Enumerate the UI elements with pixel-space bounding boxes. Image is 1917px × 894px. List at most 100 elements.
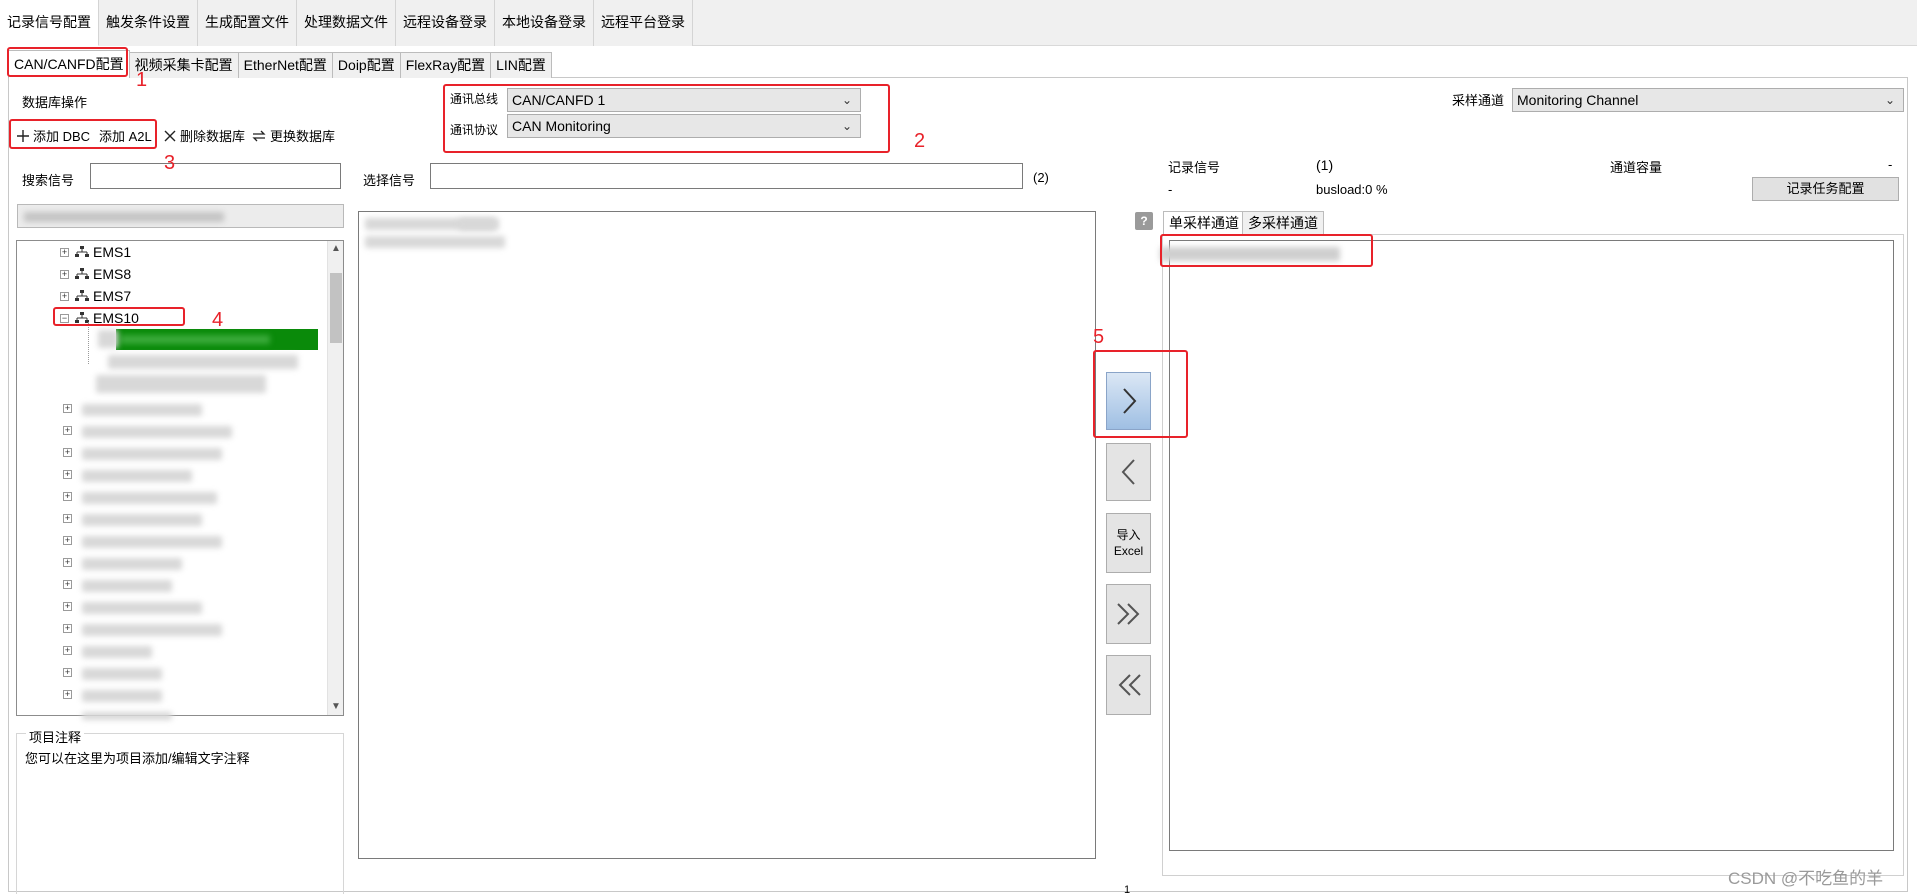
tab-record-signal-config[interactable]: 记录信号配置 [0, 0, 99, 46]
tab-local-device-login[interactable]: 本地设备登录 [495, 0, 594, 46]
busload-value: busload:0 % [1316, 182, 1388, 197]
bus-select-value: CAN/CANFD 1 [512, 92, 606, 108]
record-signal-label: 记录信号 [1168, 160, 1221, 175]
channel-capacity-value: - [1888, 157, 1893, 172]
sample-channel-select[interactable]: Monitoring Channel ⌄ [1512, 88, 1904, 112]
sample-channel-value: Monitoring Channel [1517, 92, 1639, 108]
sample-channel-label: 采样通道 [1452, 93, 1505, 108]
chevron-down-icon: ⌄ [841, 119, 852, 133]
tab-lin-config[interactable]: LIN配置 [490, 52, 552, 78]
tree-scroll-thumb[interactable] [330, 273, 342, 343]
tree-blurred-expanders: + + + + + + + + + + + + + + [63, 403, 72, 699]
tree-node-ems1[interactable]: + EMS1 [60, 241, 131, 263]
search-input[interactable] [90, 163, 341, 189]
tree-node-label: EMS8 [93, 266, 132, 282]
notes-text[interactable]: 您可以在这里为项目添加/编辑文字注释 [25, 748, 250, 767]
delete-db-button[interactable]: 删除数据库 [163, 126, 245, 145]
help-icon[interactable]: ? [1135, 212, 1153, 230]
network-node-icon [75, 290, 89, 301]
protocol-select-value: CAN Monitoring [512, 118, 611, 134]
select-signal-input[interactable] [430, 163, 1023, 189]
tab-process-data[interactable]: 处理数据文件 [297, 0, 396, 46]
import-label-line2: Excel [1113, 544, 1144, 558]
tab-can-canfd-config[interactable]: CAN/CANFD配置 [8, 50, 130, 78]
tree-node-label: EMS7 [93, 288, 132, 304]
chevron-down-icon: ⌄ [1884, 93, 1895, 107]
expand-icon[interactable]: + [60, 269, 69, 279]
tab-ethernet-config[interactable]: EtherNet配置 [237, 52, 333, 78]
bus-select[interactable]: CAN/CANFD 1 ⌄ [507, 88, 861, 112]
remove-all-button[interactable] [1106, 655, 1151, 715]
db-ops-title: 数据库操作 [22, 95, 88, 110]
tree-node-ems7[interactable]: + EMS7 [60, 285, 131, 307]
replace-db-label: 更换数据库 [270, 129, 336, 144]
add-dbc-button[interactable]: 添加 DBC [16, 126, 90, 145]
network-node-icon [75, 312, 89, 323]
tab-trigger-settings[interactable]: 触发条件设置 [99, 0, 198, 46]
tab-generate-config[interactable]: 生成配置文件 [198, 0, 297, 46]
network-node-icon [75, 268, 89, 279]
chevron-up-icon[interactable]: ▲ [328, 241, 344, 257]
channel-capacity-label: 通道容量 [1610, 160, 1663, 175]
tab-remote-platform-login[interactable]: 远程平台登录 [594, 0, 693, 46]
record-task-config-button[interactable]: 记录任务配置 [1752, 177, 1899, 201]
tree-blurred-rows [60, 400, 260, 720]
annotation-number-5: 5 [1093, 326, 1105, 348]
add-all-button[interactable] [1106, 584, 1151, 644]
add-a2l-button[interactable]: 添加 A2L [99, 126, 152, 145]
tree-node-label: EMS1 [93, 244, 132, 260]
signal-list[interactable] [358, 211, 1096, 859]
tab-multi-sample-channel[interactable]: 多采样通道 [1242, 211, 1324, 235]
delete-db-label: 删除数据库 [180, 129, 246, 144]
tree-node-ems8[interactable]: + EMS8 [60, 263, 131, 285]
add-a2l-label: 添加 A2L [99, 129, 152, 144]
search-label: 搜索信号 [22, 173, 75, 188]
close-icon [164, 130, 176, 141]
database-path-field [17, 204, 344, 228]
import-label-line1: 导入 [1116, 528, 1141, 542]
tree-node-ems10[interactable]: − EMS10 [60, 307, 139, 329]
remove-signal-button[interactable] [1106, 443, 1151, 501]
protocol-select[interactable]: CAN Monitoring ⌄ [507, 114, 861, 138]
tab-flexray-config[interactable]: FlexRay配置 [399, 52, 492, 78]
tree-connector [88, 322, 89, 364]
selected-tree-node[interactable] [116, 329, 318, 350]
select-count: (2) [1033, 170, 1049, 185]
select-signal-label: 选择信号 [363, 173, 416, 188]
chevron-down-icon[interactable]: ▼ [328, 699, 344, 715]
tree-node-label: EMS10 [93, 310, 139, 326]
add-dbc-label: 添加 DBC [33, 129, 91, 144]
double-chevron-right-icon [1116, 603, 1139, 625]
chevron-down-icon: ⌄ [841, 93, 852, 107]
protocol-label: 通讯协议 [450, 123, 499, 137]
record-signal-list[interactable] [1160, 240, 1894, 851]
add-signal-button[interactable] [1106, 372, 1151, 430]
plus-icon [17, 129, 29, 142]
record-signal-dash: - [1168, 182, 1173, 197]
notes-title: 项目注释 [26, 727, 85, 746]
main-tab-bar: 记录信号配置 触发条件设置 生成配置文件 处理数据文件 远程设备登录 本地设备登… [0, 0, 1917, 46]
replace-db-button[interactable]: 更换数据库 [251, 126, 335, 145]
chevron-left-icon [1121, 459, 1135, 485]
tree-scrollbar[interactable]: ▲ ▼ [327, 241, 343, 715]
expand-icon[interactable]: + [60, 291, 69, 301]
sub-tab-bar: CAN/CANFD配置 视频采集卡配置 EtherNet配置 Doip配置 Fl… [8, 50, 552, 78]
tab-doip-config[interactable]: Doip配置 [331, 52, 401, 78]
annotation-number-3: 3 [164, 152, 176, 174]
collapse-icon[interactable]: − [60, 313, 69, 323]
record-signal-count: (1) [1316, 157, 1334, 173]
watermark: CSDN @不吃鱼的羊 [1728, 869, 1884, 888]
tab-single-sample-channel[interactable]: 单采样通道 [1163, 211, 1245, 235]
swap-icon [252, 130, 266, 141]
double-chevron-left-icon [1118, 674, 1141, 696]
annotation-number-1: 1 [136, 69, 148, 91]
bus-label: 通讯总线 [450, 92, 499, 106]
annotation-number-4: 4 [212, 309, 224, 331]
tab-remote-device-login[interactable]: 远程设备登录 [396, 0, 495, 46]
bottom-mark: 1 [1124, 884, 1131, 894]
import-excel-button[interactable]: 导入 Excel [1106, 513, 1151, 573]
annotation-number-2: 2 [914, 130, 926, 152]
chevron-right-icon [1122, 388, 1136, 414]
network-node-icon [75, 246, 89, 257]
expand-icon[interactable]: + [60, 247, 69, 257]
